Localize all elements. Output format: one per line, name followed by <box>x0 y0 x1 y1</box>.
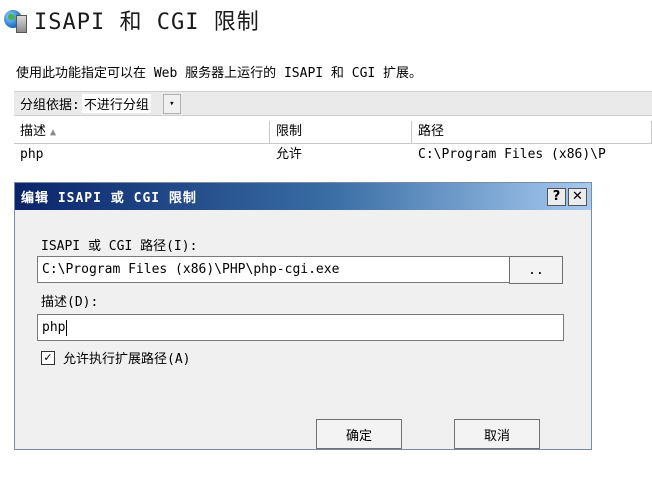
checkbox-checked-icon[interactable]: ✓ <box>41 350 55 365</box>
path-input[interactable]: C:\Program Files (x86)\PHP\php-cgi.exe <box>37 256 510 283</box>
column-header-path[interactable]: 路径 <box>412 121 652 143</box>
close-button[interactable]: ✕ <box>568 187 587 206</box>
page-description: 使用此功能指定可以在 Web 服务器上运行的 ISAPI 和 CGI 扩展。 <box>16 66 423 81</box>
column-header-description[interactable]: 描述 ▲ <box>14 121 270 143</box>
text-caret <box>66 319 68 336</box>
group-by-bar: 分组依据: 不进行分组 ▾ <box>14 91 652 116</box>
restrictions-table: 描述 ▲ 限制 路径 php 允许 C:\Program Files (x86)\… <box>14 121 652 166</box>
sort-ascending-icon: ▲ <box>50 127 57 138</box>
content-area <box>14 450 652 479</box>
group-by-dropdown[interactable]: 不进行分组 ▾ <box>81 93 181 114</box>
allow-extension-path-label: 允许执行扩展路径(A) <box>63 352 191 367</box>
allow-extension-path-checkbox[interactable]: ✓ 允许执行扩展路径(A) <box>41 348 190 367</box>
edit-restriction-dialog: 编辑 ISAPI 或 CGI 限制 ? ✕ ISAPI 或 CGI 路径(I):… <box>14 182 592 450</box>
table-header: 描述 ▲ 限制 路径 <box>14 121 652 144</box>
page-title: ISAPI 和 CGI 限制 <box>34 10 260 35</box>
ok-button[interactable]: 确定 <box>316 419 402 449</box>
row-description: php <box>20 147 44 162</box>
row-restriction: 允许 <box>276 147 303 162</box>
description-input[interactable]: php <box>37 314 564 341</box>
row-path: C:\Program Files (x86)\P <box>418 147 606 162</box>
description-label: 描述(D): <box>41 295 99 310</box>
page-header: ISAPI 和 CGI 限制 <box>4 0 260 40</box>
globe-server-icon <box>4 9 27 33</box>
help-button[interactable]: ? <box>547 187 566 206</box>
group-by-label: 分组依据: <box>20 98 80 113</box>
cancel-button[interactable]: 取消 <box>454 419 540 449</box>
chevron-down-icon[interactable]: ▾ <box>162 93 181 114</box>
column-header-restriction[interactable]: 限制 <box>270 121 412 143</box>
table-row[interactable]: php 允许 C:\Program Files (x86)\P <box>14 144 652 166</box>
path-label: ISAPI 或 CGI 路径(I): <box>41 239 198 254</box>
dialog-titlebar[interactable]: 编辑 ISAPI 或 CGI 限制 ? ✕ <box>15 183 591 210</box>
group-by-value: 不进行分组 <box>81 94 151 113</box>
browse-button[interactable]: .. <box>509 256 563 284</box>
dialog-title: 编辑 ISAPI 或 CGI 限制 <box>21 191 197 206</box>
